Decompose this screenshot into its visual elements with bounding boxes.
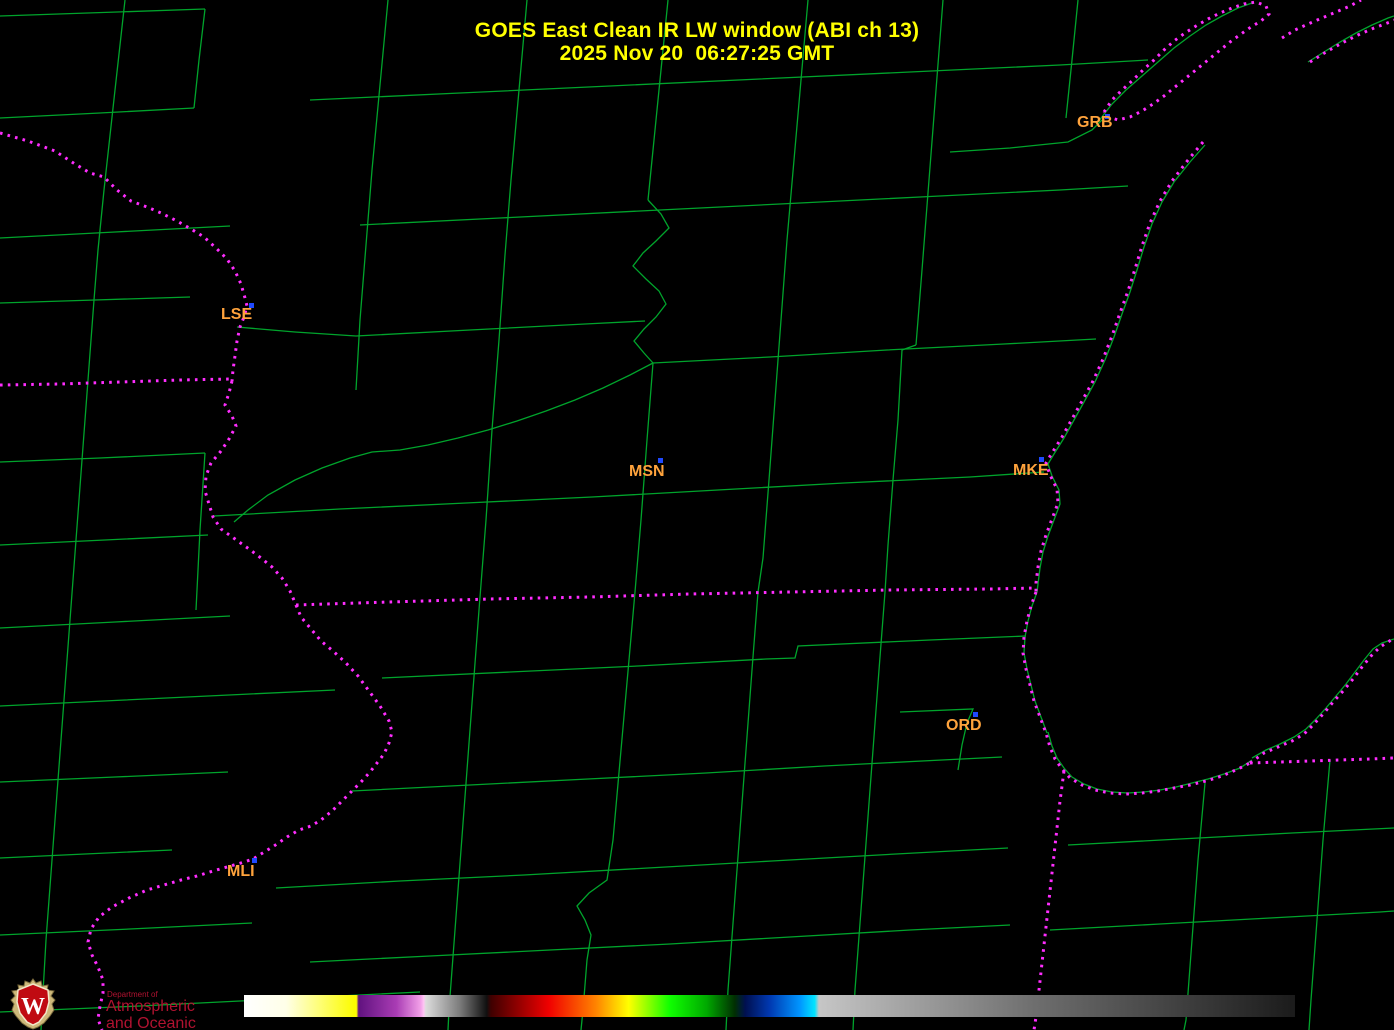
city-label: MKE	[1013, 462, 1049, 479]
county-line	[0, 107, 195, 119]
county-line	[757, 399, 776, 593]
state-border	[203, 380, 298, 606]
city-label: MSN	[629, 463, 665, 480]
county-line	[0, 296, 191, 304]
county-line	[1067, 827, 1394, 846]
state-border	[86, 604, 394, 1030]
state-border	[1032, 770, 1066, 1030]
title-line2: 2025 Nov 20 06:27:25 GMT	[559, 42, 835, 65]
county-line	[0, 615, 231, 629]
county-line	[1023, 591, 1048, 734]
county-boundaries	[0, 0, 1394, 1030]
county-line	[233, 199, 670, 523]
county-line	[1047, 731, 1253, 794]
state-border	[1021, 591, 1251, 796]
county-line	[0, 8, 206, 17]
logo-name-line1: Atmospheric	[106, 998, 195, 1015]
county-line	[0, 452, 206, 463]
state-borders	[0, 0, 1394, 1030]
county-line	[0, 225, 231, 239]
city-label: LSE	[221, 306, 253, 323]
image-title: GOES East Clean IR LW window (ABI ch 13)…	[0, 19, 1394, 65]
county-line	[0, 849, 173, 859]
city-label: ORD	[946, 717, 982, 734]
title-line1: GOES East Clean IR LW window (ABI ch 13)	[474, 19, 920, 42]
county-line	[236, 326, 357, 337]
aos-logo: W Department of Atmospheric and Oceanic …	[6, 977, 236, 1030]
county-line	[0, 689, 336, 707]
county-line	[0, 771, 229, 783]
state-border	[1249, 636, 1394, 765]
county-line	[0, 922, 253, 936]
county-line	[884, 344, 917, 593]
state-border	[0, 131, 249, 382]
logo-name-line2: and Oceanic Sciences	[106, 1015, 196, 1030]
county-line	[0, 534, 209, 546]
county-line	[381, 635, 1027, 679]
crest-letter: W	[21, 994, 45, 1020]
city-label: GRB	[1077, 114, 1113, 131]
city-label: MLI	[227, 863, 255, 880]
state-border	[295, 586, 1037, 607]
county-line	[725, 591, 759, 1030]
county-line	[195, 452, 206, 611]
county-line	[1183, 782, 1206, 1030]
county-line	[309, 924, 1011, 963]
county-line	[275, 847, 1009, 889]
county-line	[652, 338, 1097, 364]
state-border	[1249, 756, 1394, 765]
county-line	[576, 591, 636, 1030]
state-border	[1034, 141, 1205, 592]
satellite-map-image: GOES East Clean IR LW window (ABI ch 13)…	[0, 0, 1394, 1030]
county-line	[1251, 638, 1394, 759]
ir-temperature-color-scale	[244, 995, 1295, 1017]
county-line	[1308, 759, 1331, 1030]
state-border	[0, 377, 232, 387]
county-line	[1036, 144, 1206, 593]
county-line	[852, 591, 886, 1030]
county-line	[1049, 910, 1394, 931]
map-overlay-svg	[0, 0, 1394, 1030]
uw-crest-icon: W	[10, 978, 56, 1030]
county-line	[40, 299, 95, 1030]
county-line	[351, 756, 1003, 792]
county-line	[309, 59, 1149, 101]
county-line	[359, 185, 1129, 226]
